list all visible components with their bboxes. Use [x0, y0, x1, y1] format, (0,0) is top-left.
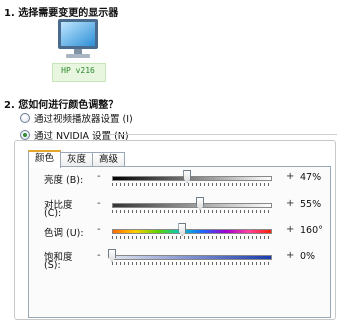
brightness-plus: + [286, 171, 295, 182]
option-label: 通过视频播放器设置 (I) [34, 114, 133, 125]
option-video-player[interactable]: 通过视频播放器设置 (I) [20, 111, 133, 125]
saturation-plus: + [286, 250, 295, 261]
tab-color[interactable]: 颜色 [28, 150, 62, 168]
contrast-label-key: (C): [44, 208, 62, 219]
monitor-icon[interactable] [52, 15, 104, 63]
brightness-minus: - [97, 171, 101, 182]
contrast-plus: + [286, 198, 295, 209]
contrast-ticks [112, 210, 272, 213]
contrast-track[interactable] [112, 203, 272, 208]
step2-heading: 2. 您如何进行颜色调整？ [4, 100, 119, 111]
hue-value: 160° [300, 225, 323, 236]
hue-plus: + [286, 224, 295, 235]
color-panel [28, 166, 331, 318]
tab-gamma[interactable]: 灰度 [60, 152, 94, 167]
hue-track[interactable] [112, 229, 272, 234]
tab-advanced[interactable]: 高级 [92, 152, 126, 167]
contrast-value: 55% [300, 199, 322, 210]
saturation-minus: - [97, 250, 101, 261]
saturation-value: 0% [300, 251, 316, 262]
brightness-value: 47% [300, 172, 322, 183]
brightness-label: 亮度 (B): [44, 175, 84, 186]
saturation-label-key: (S): [44, 260, 61, 271]
separator [110, 134, 337, 135]
hue-label: 色调 (U): [44, 228, 84, 239]
saturation-track[interactable] [112, 255, 272, 260]
hue-ticks [112, 236, 272, 239]
monitor-name[interactable]: HP v216 [46, 66, 110, 75]
brightness-track[interactable] [112, 176, 272, 181]
saturation-ticks [112, 262, 272, 265]
brightness-ticks [112, 183, 272, 186]
radio-icon[interactable] [20, 113, 30, 123]
hue-minus: - [97, 224, 101, 235]
radio-checked-icon[interactable] [20, 130, 30, 140]
contrast-minus: - [97, 198, 101, 209]
